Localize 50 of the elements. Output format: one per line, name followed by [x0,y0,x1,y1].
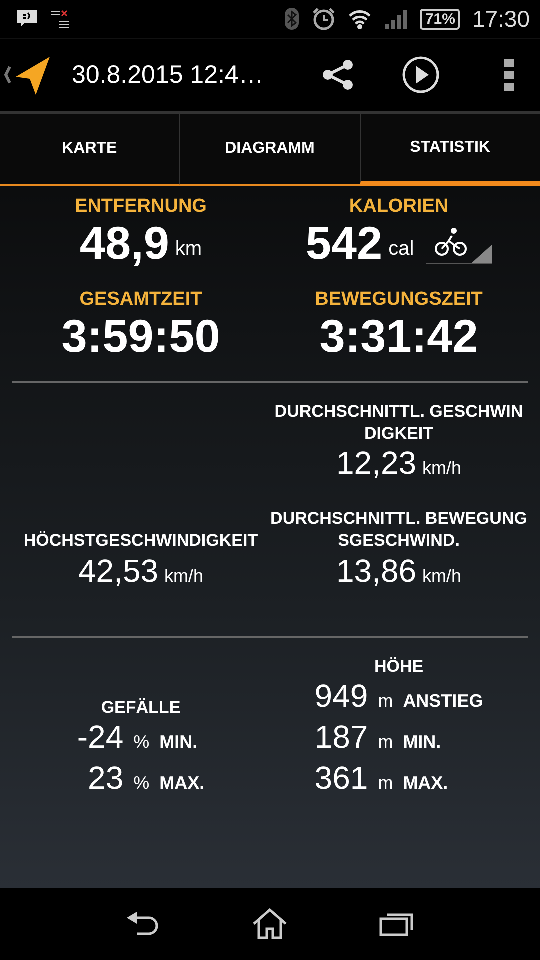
stat-value: 542 [306,218,383,269]
stat-unit: m [378,690,394,712]
stat-unit: km/h [422,458,462,480]
share-icon[interactable] [320,57,356,93]
stat-unit: % [134,732,150,753]
stat-unit: % [134,772,150,794]
home-icon[interactable] [252,908,288,940]
battery-level: 71% [420,8,460,30]
stat-value: 3:31:42 [320,310,478,362]
stat-unit: km [175,238,202,261]
stat-label: BEWEGUNGSZEIT [315,288,483,311]
stat-value: 3:59:50 [62,310,220,362]
overflow-menu-icon[interactable] [504,59,514,91]
stat-unit: m [378,732,394,753]
stat-value: 48,9 [80,218,170,269]
stat-label: HÖCHSTGESCHWINDIGKEIT [24,530,258,552]
stat-qualifier: MIN. [403,732,442,753]
stat-label: ENTFERNUNG [75,196,207,218]
task-list-icon [50,9,70,29]
stat-qualifier: ANSTIEG [403,690,484,712]
wifi-icon [348,8,372,30]
play-icon[interactable] [402,56,440,94]
stat-qualifier: MAX. [160,772,205,794]
stat-label: DURCHSCHNITTL. BEWEGUNGSGESCHWIND. [270,508,528,552]
bluetooth-icon [284,7,300,31]
alarm-clock-icon [312,7,336,31]
stat-qualifier: MAX. [403,772,450,794]
message-icon [16,9,38,29]
track-title: 30.8.2015 12:4… [72,60,264,90]
stat-value: 12,23 [336,445,417,482]
cyclist-icon[interactable] [426,226,492,265]
stat-label: GESAMTZEIT [80,288,202,311]
stat-value: -24 [77,718,124,756]
stat-value: 361 [314,760,368,797]
clock-time: 17:30 [472,6,530,32]
stat-value: 187 [314,718,368,756]
stat-label: DURCHSCHNITTL. GESCHWINDIGKEIT [274,401,524,446]
stat-unit: km/h [422,566,462,587]
stat-qualifier: MIN. [160,732,199,753]
stat-unit: m [378,772,394,794]
stat-value: 23 [87,760,124,797]
stat-label: KALORIEN [349,196,449,218]
stat-label: GEFÄLLE [101,696,181,719]
stat-unit: km/h [164,566,204,587]
stat-value: 42,53 [78,552,159,590]
stat-value: 949 [314,678,368,715]
stat-label: HÖHE [374,656,424,678]
signal-icon [384,8,408,30]
stat-value: 13,86 [336,552,417,590]
stat-unit: cal [388,238,414,261]
